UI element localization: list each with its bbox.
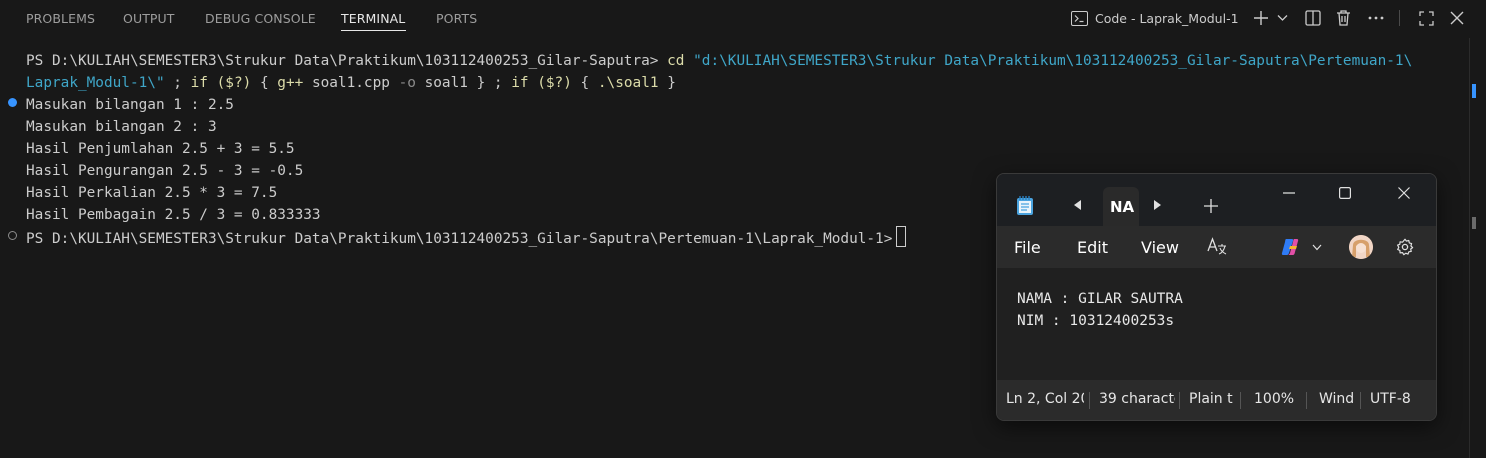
notepad-statusbar: Ln 2, Col 20 39 characte Plain t 100% Wi… [997, 380, 1436, 420]
cmd-path-part1: "d:\KULIAH\SEMESTER3\Strukur Data\Prakti… [684, 53, 1413, 69]
close-panel-icon[interactable] [1447, 6, 1467, 30]
tab-output[interactable]: OUTPUT [123, 11, 175, 26]
terminal-instance-selector[interactable]: Code - Laprak_Modul-1 [1071, 6, 1251, 30]
menu-edit[interactable]: Edit [1077, 238, 1108, 257]
notepad-titlebar[interactable]: NA [997, 174, 1436, 227]
status-zoom[interactable]: 100% [1254, 391, 1294, 407]
status-format[interactable]: Plain t [1189, 391, 1233, 407]
editor-line: NIM : 10312400253s [1017, 313, 1175, 329]
cmd-cond2: ($?) [528, 75, 572, 91]
new-terminal-icon[interactable] [1251, 6, 1271, 30]
status-divider [1179, 392, 1180, 409]
prompt: PS D:\KULIAH\SEMESTER3\Strukur Data\Prak… [26, 53, 668, 69]
active-tab-indicator [341, 30, 406, 31]
status-divider [1360, 392, 1361, 409]
maximize-panel-icon[interactable] [1416, 6, 1436, 30]
cmd-if1: if [190, 75, 208, 91]
cmd-path-part2: Laprak_Modul-1\" [26, 75, 165, 91]
notepad-editor[interactable]: NAMA : GILAR SAUTRA NIM : 10312400253s [1017, 288, 1183, 332]
output-line: Masukan bilangan 1 : 2.5 [26, 97, 234, 113]
scrollbar-marker [1472, 217, 1476, 229]
terminal-cursor [896, 226, 907, 247]
avatar[interactable] [1349, 235, 1373, 259]
settings-gear-icon[interactable] [1395, 237, 1415, 257]
notepad-window[interactable]: NA File Edit View NAMA: GILAR SAUTRA NI… [996, 173, 1437, 421]
prompt-status-dot [8, 231, 17, 240]
menu-file[interactable]: File [1014, 238, 1041, 257]
cmd-sep1: ; [164, 75, 191, 91]
status-divider [1089, 392, 1090, 409]
status-divider [1306, 392, 1307, 409]
status-encoding[interactable]: UTF-8 [1370, 391, 1411, 407]
terminal-icon [1071, 10, 1088, 26]
cmd-brace-close1: } [467, 75, 486, 91]
cmd-brace-open1: { [251, 75, 278, 91]
close-icon[interactable] [1396, 185, 1412, 201]
output-line: Hasil Penjumlahan 2.5 + 3 = 5.5 [26, 141, 295, 157]
notepad-menubar: File Edit View [997, 226, 1436, 268]
command-status-dot [8, 98, 17, 107]
cmd-cond1: ($?) [207, 75, 252, 91]
output-line: Hasil Perkalian 2.5 * 3 = 7.5 [26, 185, 278, 201]
scroll-tabs-left-icon[interactable] [1071, 198, 1085, 212]
cmd-sep2: ; [485, 75, 512, 91]
chevron-down-icon[interactable] [1274, 6, 1290, 30]
menu-view[interactable]: View [1141, 238, 1179, 257]
cmd-gpp: g++ [277, 75, 304, 91]
cmd-cd: cd [667, 53, 685, 69]
scroll-tabs-right-icon[interactable] [1150, 198, 1164, 212]
panel-tab-bar: PROBLEMS OUTPUT DEBUG CONSOLE TERMINAL P… [0, 0, 1486, 38]
more-actions-icon[interactable] [1366, 6, 1386, 30]
cmd-flag: -o [398, 75, 416, 91]
output-line: Masukan bilangan 2 : 3 [26, 119, 217, 135]
cmd-if2: if [511, 75, 529, 91]
cmd-brace-close2: } [658, 75, 676, 91]
maximize-icon[interactable] [1337, 185, 1353, 201]
scrollbar-marker [1472, 84, 1476, 98]
new-tab-icon[interactable] [1203, 198, 1219, 214]
output-line: Hasil Pengurangan 2.5 - 3 = -0.5 [26, 163, 304, 179]
status-line-ending[interactable]: Wind [1319, 391, 1357, 407]
command-line-1: PS D:\KULIAH\SEMESTER3\Strukur Data\Prak… [26, 50, 1412, 72]
terminal-output[interactable]: PS D:\KULIAH\SEMESTER3\Strukur Data\Prak… [26, 50, 1412, 270]
output-line: Hasil Pembagain 2.5 / 3 = 0.833333 [26, 207, 321, 223]
status-divider [1240, 392, 1241, 409]
trash-icon[interactable] [1333, 6, 1353, 30]
cmd-run: .\soal1 [597, 75, 659, 91]
scrollbar-track[interactable] [1469, 38, 1470, 458]
split-terminal-icon[interactable] [1302, 6, 1324, 30]
final-prompt-line: PS D:\KULIAH\SEMESTER3\Strukur Data\Prak… [26, 226, 907, 248]
status-cursor-position[interactable]: Ln 2, Col 20 [1006, 391, 1084, 407]
tab-terminal[interactable]: TERMINAL [341, 11, 405, 26]
command-line-2: Laprak_Modul-1\" ; if ($?) { g++ soal1.c… [26, 72, 676, 94]
terminal-name: Code - Laprak_Modul-1 [1095, 10, 1239, 26]
chevron-down-icon[interactable] [1311, 242, 1323, 252]
copilot-icon[interactable] [1279, 236, 1301, 258]
actions-divider [1399, 10, 1400, 26]
tab-debug-console[interactable]: DEBUG CONSOLE [205, 11, 316, 26]
cmd-brace-open2: { [571, 75, 598, 91]
minimize-icon[interactable] [1279, 186, 1299, 200]
tab-problems[interactable]: PROBLEMS [26, 11, 95, 26]
cmd-out: soal1 [415, 75, 468, 91]
text-format-icon[interactable] [1206, 236, 1228, 258]
status-char-count: 39 characte [1099, 391, 1175, 407]
final-prompt: PS D:\KULIAH\SEMESTER3\Strukur Data\Prak… [26, 231, 893, 247]
tab-ports[interactable]: PORTS [436, 11, 477, 26]
notepad-tab[interactable]: NA [1103, 187, 1139, 227]
notepad-app-icon [1015, 194, 1035, 216]
cmd-src: soal1.cpp [303, 75, 399, 91]
editor-line: NAMA : GILAR SAUTRA [1017, 291, 1183, 307]
